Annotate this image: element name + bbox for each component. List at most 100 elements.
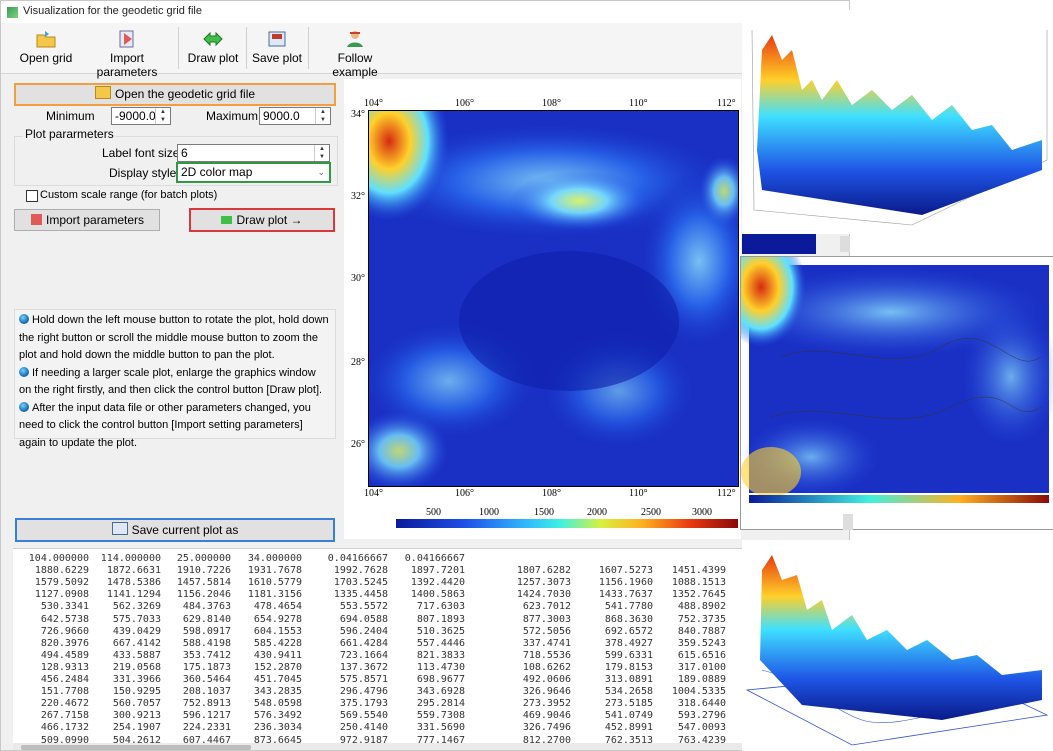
data-cell: 25.000000	[176, 553, 231, 564]
data-cell: 360.5464	[182, 674, 231, 685]
plot-fragment	[742, 234, 816, 254]
chevron-down-icon: ⌄	[317, 167, 325, 177]
data-cell: 433.5887	[112, 649, 161, 661]
save-current-plot-button[interactable]: Save current plot as	[15, 518, 335, 542]
data-cell: 726.9660	[40, 625, 89, 637]
data-cell: 0.04166667	[327, 553, 388, 564]
splitter-handle[interactable]	[840, 236, 850, 252]
data-cell: 557.4446	[416, 637, 465, 649]
label-font-size-input[interactable]: 6 ▲ ▼	[177, 144, 330, 162]
data-cell: 337.4741	[522, 637, 571, 649]
data-cell: 530.3341	[40, 601, 89, 613]
data-cell: 752.3735	[677, 613, 726, 625]
open-geodetic-grid-file-button[interactable]: Open the geodetic grid file	[14, 83, 336, 106]
display-style-value: 2D color map	[181, 165, 253, 179]
data-cell: 179.8153	[604, 661, 653, 673]
save-plot-toolbar-button[interactable]: Save plot	[250, 23, 304, 73]
data-cell: 113.4730	[416, 661, 465, 673]
data-cell: 128.9313	[40, 661, 89, 673]
colorbar-tick: 2000	[587, 507, 607, 518]
data-cell: 114.000000	[100, 553, 161, 564]
open-grid-label: Open grid	[19, 51, 73, 65]
x-tick-bottom: 110°	[629, 488, 648, 499]
data-cell: 575.8571	[339, 674, 388, 685]
data-cell: 254.1907	[112, 722, 161, 734]
grid-data-text[interactable]: 104.000000 114.000000 25.000000 34.000000 0.…	[13, 548, 753, 744]
data-cell: 1400.5863	[410, 589, 465, 601]
data-cell: 868.3630	[604, 613, 653, 625]
surface-plot-3d-bottom	[742, 540, 1053, 751]
custom-scale-checkbox[interactable]	[26, 190, 38, 202]
data-cell: 1478.5386	[106, 577, 161, 589]
data-cell: 604.1553	[253, 625, 302, 637]
maximum-spinner[interactable]: ▲ ▼	[315, 108, 330, 124]
data-cell: 250.4140	[339, 722, 388, 734]
minimum-spinner[interactable]: ▲ ▼	[155, 108, 170, 124]
x-tick-bottom: 104°	[364, 488, 383, 499]
data-cell: 596.1217	[182, 710, 231, 722]
import-icon	[119, 30, 134, 48]
display-style-select[interactable]: 2D color map ⌄	[176, 162, 331, 183]
data-cell: 623.7012	[522, 601, 571, 613]
x-tick-bottom: 106°	[455, 488, 474, 499]
data-cell: 295.2814	[416, 698, 465, 710]
data-cell: 1457.5814	[176, 577, 231, 589]
data-cell: 534.2658	[604, 686, 653, 698]
minimum-input[interactable]: -9000.0 ▲ ▼	[111, 107, 171, 125]
draw-arrow-icon	[221, 216, 233, 224]
toolbar-separator	[178, 27, 179, 69]
follow-example-toolbar-button[interactable]: Follow example	[314, 23, 396, 79]
data-cell: 108.6262	[522, 661, 571, 673]
follow-example-icon	[347, 31, 363, 47]
color-map[interactable]	[368, 110, 739, 487]
label-font-size-value: 6	[181, 146, 188, 160]
data-cell: 576.3492	[253, 710, 302, 722]
save-plot-label: Save plot	[251, 51, 303, 65]
data-cell: 326.9646	[522, 686, 571, 698]
data-cell: 494.4589	[40, 649, 89, 661]
main-window: Visualization for the geodetic grid file…	[0, 0, 850, 751]
data-cell: 1451.4399	[671, 565, 726, 577]
data-cell: 1610.5779	[247, 577, 302, 589]
open-file-label: Open the geodetic grid file	[114, 87, 256, 101]
colorbar-tick: 3000	[692, 507, 712, 518]
data-cell: 599.6331	[604, 649, 653, 661]
import-button-label: Import parameters	[46, 213, 145, 227]
data-cell: 439.0429	[112, 625, 161, 637]
x-tick-top: 104°	[364, 98, 383, 109]
data-cell: 1088.1513	[671, 577, 726, 589]
data-cell: 317.0100	[677, 661, 726, 673]
data-cell: 698.9677	[416, 674, 465, 685]
splitter-handle[interactable]	[843, 514, 853, 530]
folder-icon	[94, 86, 111, 99]
data-cell: 1897.7201	[410, 565, 465, 577]
data-cell: 219.0568	[112, 661, 161, 673]
app-icon	[7, 7, 18, 18]
scrollbar-thumb[interactable]	[21, 745, 251, 750]
colorbar	[396, 519, 738, 528]
import-parameters-button[interactable]: Import parameters	[14, 209, 160, 231]
data-cell: 575.7033	[112, 613, 161, 625]
save-button-label: Save current plot as	[131, 523, 239, 537]
data-cell: 375.1793	[339, 698, 388, 710]
y-tick-left: 30°	[351, 273, 365, 284]
open-grid-button[interactable]: Open grid	[15, 23, 77, 73]
data-cell: 692.6572	[604, 625, 653, 637]
data-cell: 717.6303	[416, 601, 465, 613]
draw-plot-button[interactable]: Draw plot →	[189, 208, 335, 232]
data-cell: 1127.0908	[34, 589, 89, 601]
data-cell: 1335.4458	[333, 589, 388, 601]
surface-plot-svg	[751, 29, 1048, 226]
colorbar-tick: 1000	[479, 507, 499, 518]
maximum-input[interactable]: 9000.0 ▲ ▼	[259, 107, 331, 125]
import-parameters-label: Import parameters	[96, 51, 158, 79]
y-tick-left: 26°	[351, 439, 365, 450]
font-size-spinner[interactable]: ▲ ▼	[314, 145, 329, 161]
data-cell: 273.5185	[604, 698, 653, 710]
draw-button-label: Draw plot →	[236, 213, 303, 227]
data-cell: 547.0093	[677, 722, 726, 734]
toolbar-separator	[308, 27, 309, 69]
draw-plot-toolbar-button[interactable]: Draw plot	[184, 23, 242, 73]
import-parameters-toolbar-button[interactable]: Import parameters	[81, 23, 173, 79]
data-cell: 642.5738	[40, 613, 89, 625]
